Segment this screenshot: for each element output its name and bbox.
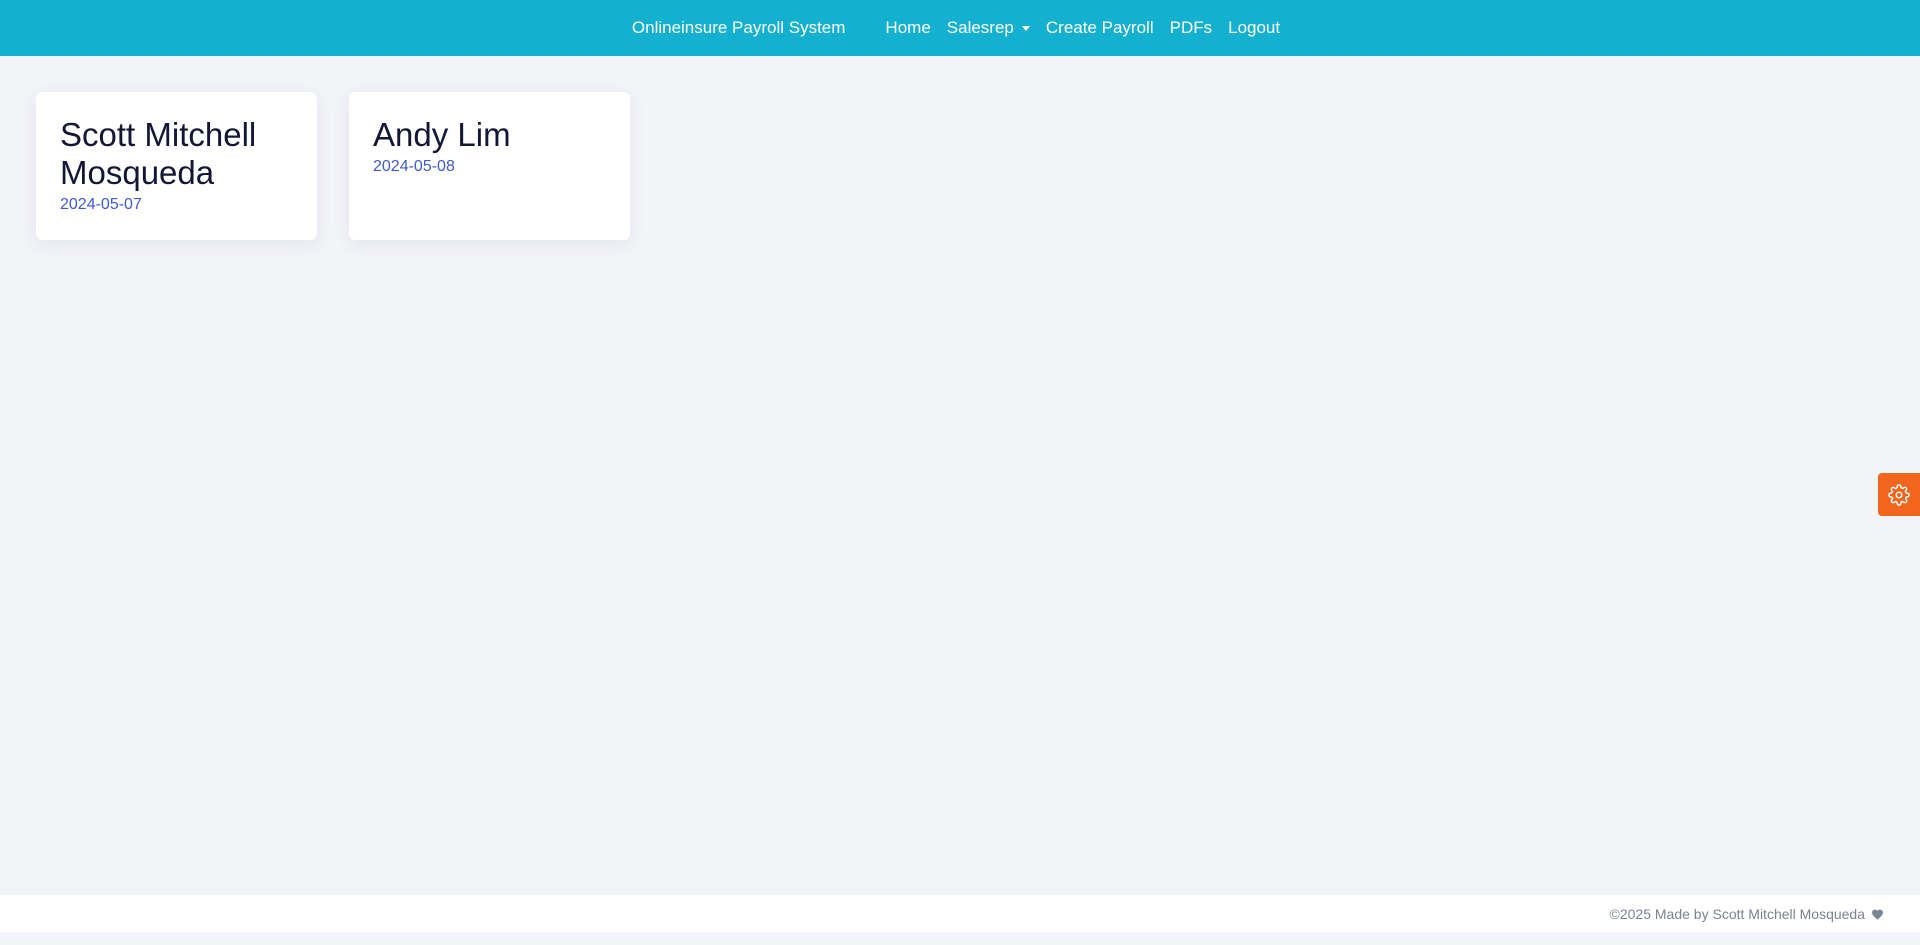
salesrep-cards: Scott Mitchell Mosqueda 2024-05-07 Andy …: [36, 92, 630, 240]
footer: ©2025 Made by Scott Mitchell Mosqueda: [0, 895, 1920, 932]
nav-dropdown-salesrep-label: Salesrep: [946, 18, 1014, 37]
chevron-down-icon: [1021, 25, 1030, 31]
settings-button[interactable]: [1878, 473, 1920, 516]
nav-link-pdfs[interactable]: PDFs: [1170, 18, 1213, 38]
footer-text: ©2025 Made by Scott Mitchell Mosqueda: [1609, 905, 1865, 922]
salesrep-card[interactable]: Andy Lim 2024-05-08: [349, 92, 630, 240]
salesrep-date: 2024-05-08: [373, 158, 455, 175]
salesrep-card[interactable]: Scott Mitchell Mosqueda 2024-05-07: [36, 92, 317, 240]
nav-dropdown-salesrep[interactable]: Salesrep: [947, 18, 1030, 38]
nav-link-create-payroll[interactable]: Create Payroll: [1046, 18, 1154, 38]
top-navbar: Onlineinsure Payroll System Home Salesre…: [0, 0, 1920, 56]
navbar-brand[interactable]: Onlineinsure Payroll System: [632, 18, 846, 38]
heart-icon: [1871, 908, 1884, 920]
nav-link-home[interactable]: Home: [885, 18, 930, 38]
salesrep-date: 2024-05-07: [60, 196, 142, 213]
nav-link-logout[interactable]: Logout: [1228, 18, 1280, 38]
gear-icon: [1888, 483, 1910, 506]
salesrep-name: Scott Mitchell Mosqueda: [60, 116, 257, 191]
salesrep-name: Andy Lim: [373, 116, 511, 153]
nav-links: Home Salesrep Create Payroll PDFs Logout: [877, 18, 1288, 38]
